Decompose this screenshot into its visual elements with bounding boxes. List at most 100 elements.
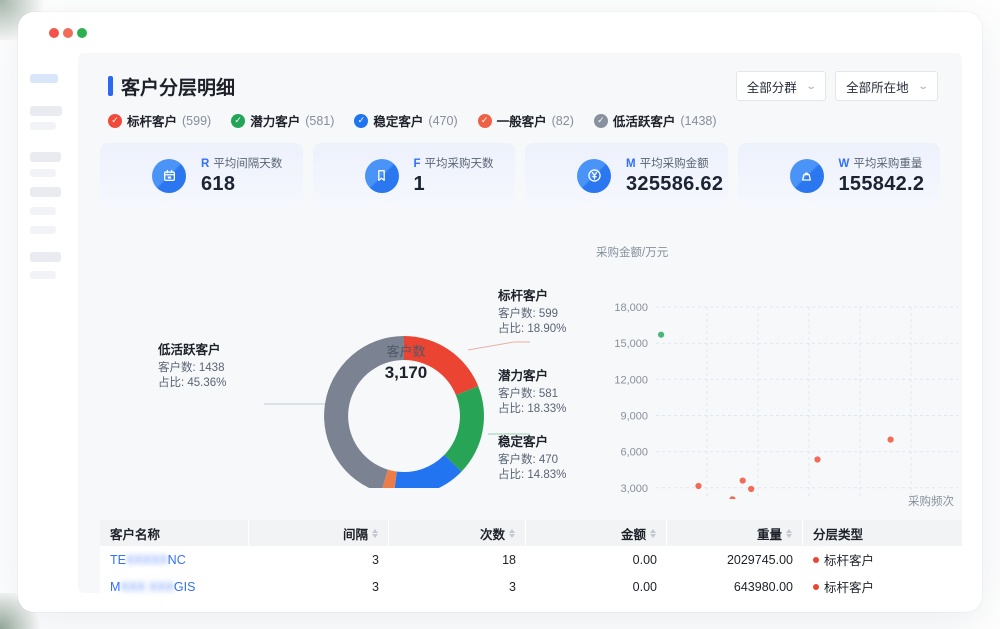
legend-count: (82) xyxy=(552,114,574,128)
legend-item-稳定客户[interactable]: ✓稳定客户(470) xyxy=(354,111,457,130)
segment-type-cell: 标杆客户 xyxy=(803,546,962,573)
filter-group: 全部分群 ⌄ 全部所在地 ⌄ xyxy=(736,71,938,101)
table-row: MXXX XXXGIS330.00643980.00标杆客户 xyxy=(100,573,962,600)
donut-callout-稳定客户: 稳定客户客户数: 470占比: 14.83% xyxy=(498,434,566,484)
legend-item-潜力客户[interactable]: ✓潜力客户(581) xyxy=(231,111,334,130)
interval-cell: 3 xyxy=(249,546,389,573)
table-header: 客户名称 间隔 次数 金额 重量分层类型 xyxy=(100,520,962,546)
column-header-label: 间隔 xyxy=(343,524,368,543)
legend-item-一般客户[interactable]: ✓ 一般客户 (82) xyxy=(478,111,574,130)
callout-name: 低活跃客户 xyxy=(158,342,226,359)
legend-label: 标杆客户 xyxy=(127,111,177,130)
kpi-card-W: W平均采购重量 155842.2 xyxy=(738,143,941,208)
sidebar-skeleton-item[interactable] xyxy=(30,226,56,234)
times-cell: 18 xyxy=(389,546,526,573)
sort-icon[interactable] xyxy=(372,529,378,538)
column-header-间隔[interactable]: 间隔 xyxy=(249,520,389,546)
column-header-label: 金额 xyxy=(621,524,646,543)
check-circle-icon: ✓ xyxy=(478,114,492,128)
legend-item-标杆客户[interactable]: ✓标杆客户(599) xyxy=(108,111,211,130)
screenshot-canvas: 客户分层明细 全部分群 ⌄ 全部所在地 ⌄ ✓标杆客户(599)✓潜力客户(58… xyxy=(0,0,1000,629)
sort-ascending-caret xyxy=(372,529,378,533)
column-header-金额[interactable]: 金额 xyxy=(526,520,667,546)
svg-text:9,000: 9,000 xyxy=(620,411,648,423)
minimize-window-button[interactable] xyxy=(63,28,73,38)
scatter-point xyxy=(695,483,701,489)
legend-label: 低活跃客户 xyxy=(613,111,676,130)
scatter-point xyxy=(888,437,894,443)
donut-center-value: 3,170 xyxy=(346,363,466,383)
sidebar-skeleton-item[interactable] xyxy=(30,152,61,162)
sort-ascending-caret xyxy=(650,529,656,533)
table-row: TEXXXXXNC3180.002029745.00标杆客户 xyxy=(100,546,962,573)
legend-count: (470) xyxy=(428,114,457,128)
kpi-value: 155842.2 xyxy=(839,173,925,196)
segment-type-dot xyxy=(813,557,819,563)
legend-item-低活跃客户[interactable]: ✓低活跃客户(1438) xyxy=(594,111,717,130)
chevron-down-icon: ⌄ xyxy=(805,81,817,92)
scatter-point xyxy=(748,486,754,492)
chevron-down-icon: ⌄ xyxy=(917,81,929,92)
sidebar-skeleton-item[interactable] xyxy=(30,74,58,83)
group-filter-select[interactable]: 全部分群 ⌄ xyxy=(736,71,826,101)
page-title: 客户分层明细 xyxy=(121,73,235,100)
column-header-分层类型: 分层类型 xyxy=(803,520,962,546)
location-filter-select[interactable]: 全部所在地 ⌄ xyxy=(835,71,938,101)
close-window-button[interactable] xyxy=(49,28,59,38)
column-header-次数[interactable]: 次数 xyxy=(389,520,526,546)
callout-pct: 占比: 14.83% xyxy=(498,468,566,484)
donut-callout-低活跃客户: 低活跃客户客户数: 1438占比: 45.36% xyxy=(158,342,226,392)
sidebar-skeleton-item[interactable] xyxy=(30,207,56,215)
sidebar-skeleton-item[interactable] xyxy=(30,122,56,130)
kpi-label: M平均采购金额 xyxy=(626,155,723,171)
kpi-letter: W xyxy=(839,158,850,170)
sort-icon[interactable] xyxy=(650,529,656,538)
kpi-letter: F xyxy=(414,158,421,170)
kpi-value: 325586.62 xyxy=(626,173,723,196)
callout-pct: 占比: 45.36% xyxy=(158,376,226,392)
sidebar-skeleton-item[interactable] xyxy=(30,106,62,116)
weight-icon xyxy=(790,159,824,193)
callout-count: 客户数: 470 xyxy=(498,453,566,469)
interval-cell: 3 xyxy=(249,573,389,600)
kpi-card-F: F平均采购天数1 xyxy=(313,143,516,208)
zoom-window-button[interactable] xyxy=(77,28,87,38)
check-circle-icon: ✓ xyxy=(108,114,122,128)
svg-text:12,000: 12,000 xyxy=(614,374,648,386)
svg-text:18,000: 18,000 xyxy=(614,302,648,314)
sort-icon[interactable] xyxy=(786,529,792,538)
kpi-label-text: 平均采购重量 xyxy=(853,158,922,170)
legend-label: 稳定客户 xyxy=(373,111,423,130)
callout-pct: 占比: 18.90% xyxy=(498,322,566,338)
weight-cell: 643980.00 xyxy=(667,573,803,600)
kpi-card-R: R平均间隔天数618 xyxy=(100,143,303,208)
sort-descending-caret xyxy=(509,534,515,538)
customer-name-link[interactable]: TEXXXXXNC xyxy=(110,553,186,567)
sidebar-skeleton-item[interactable] xyxy=(30,252,61,262)
svg-text:3,000: 3,000 xyxy=(620,483,648,495)
customer-name-cell: MXXX XXXGIS xyxy=(100,573,249,600)
segment-legend: ✓标杆客户(599)✓潜力客户(581)✓稳定客户(470)✓一般客户(82)✓… xyxy=(108,111,717,130)
legend-label: 一般客户 xyxy=(497,111,547,130)
donut-center-title: 客户数 xyxy=(346,341,466,360)
column-header-重量[interactable]: 重量 xyxy=(667,520,803,546)
donut-callout-标杆客户: 标杆客户客户数: 599占比: 18.90% xyxy=(498,288,566,338)
kpi-cards: R平均间隔天数618F平均采购天数1 M平均采购金额 325586.62 W平均采购重… xyxy=(100,143,940,208)
sidebar-skeleton-item[interactable] xyxy=(30,169,56,177)
column-header-客户名称: 客户名称 xyxy=(100,520,249,546)
scatter-chart: 03,0006,0009,00012,00015,00018,000030609… xyxy=(558,239,958,499)
kpi-letter: M xyxy=(626,158,636,170)
bookmark-icon xyxy=(365,159,399,193)
location-filter-label: 全部所在地 xyxy=(846,77,909,96)
callout-count: 客户数: 1438 xyxy=(158,361,226,377)
kpi-label: W平均采购重量 xyxy=(839,155,925,171)
sidebar-skeleton-item[interactable] xyxy=(30,271,56,279)
sort-icon[interactable] xyxy=(509,529,515,538)
sort-descending-caret xyxy=(650,534,656,538)
main-panel: 客户分层明细 全部分群 ⌄ 全部所在地 ⌄ ✓标杆客户(599)✓潜力客户(58… xyxy=(78,53,962,593)
customer-name-link[interactable]: MXXX XXXGIS xyxy=(110,580,195,594)
sidebar-skeleton-item[interactable] xyxy=(30,187,61,197)
column-header-label: 次数 xyxy=(480,524,505,543)
app-window: 客户分层明细 全部分群 ⌄ 全部所在地 ⌄ ✓标杆客户(599)✓潜力客户(58… xyxy=(18,12,982,612)
legend-count: (581) xyxy=(305,114,334,128)
